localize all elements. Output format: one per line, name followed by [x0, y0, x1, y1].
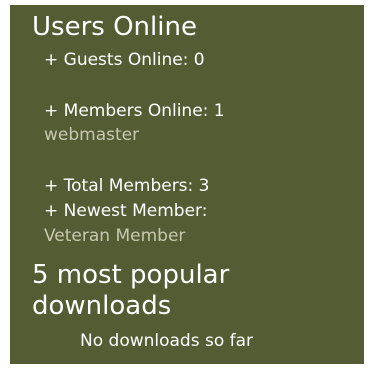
no-downloads-message: No downloads so far	[80, 331, 254, 351]
newest-member-label: + Newest Member:	[44, 201, 208, 221]
member-link-webmaster[interactable]: webmaster	[44, 125, 139, 145]
popular-downloads-heading-line2: downloads	[32, 291, 172, 321]
members-online-stat: + Members Online: 1	[44, 101, 225, 121]
newest-member-link[interactable]: Veteran Member	[44, 226, 185, 246]
users-online-heading: Users Online	[32, 12, 197, 42]
total-members-stat: + Total Members: 3	[44, 176, 210, 196]
popular-downloads-heading-line1: 5 most popular	[32, 260, 230, 290]
sidebar-panel: Users Online + Guests Online: 0 + Member…	[10, 5, 364, 364]
guests-online-stat: + Guests Online: 0	[44, 50, 205, 70]
